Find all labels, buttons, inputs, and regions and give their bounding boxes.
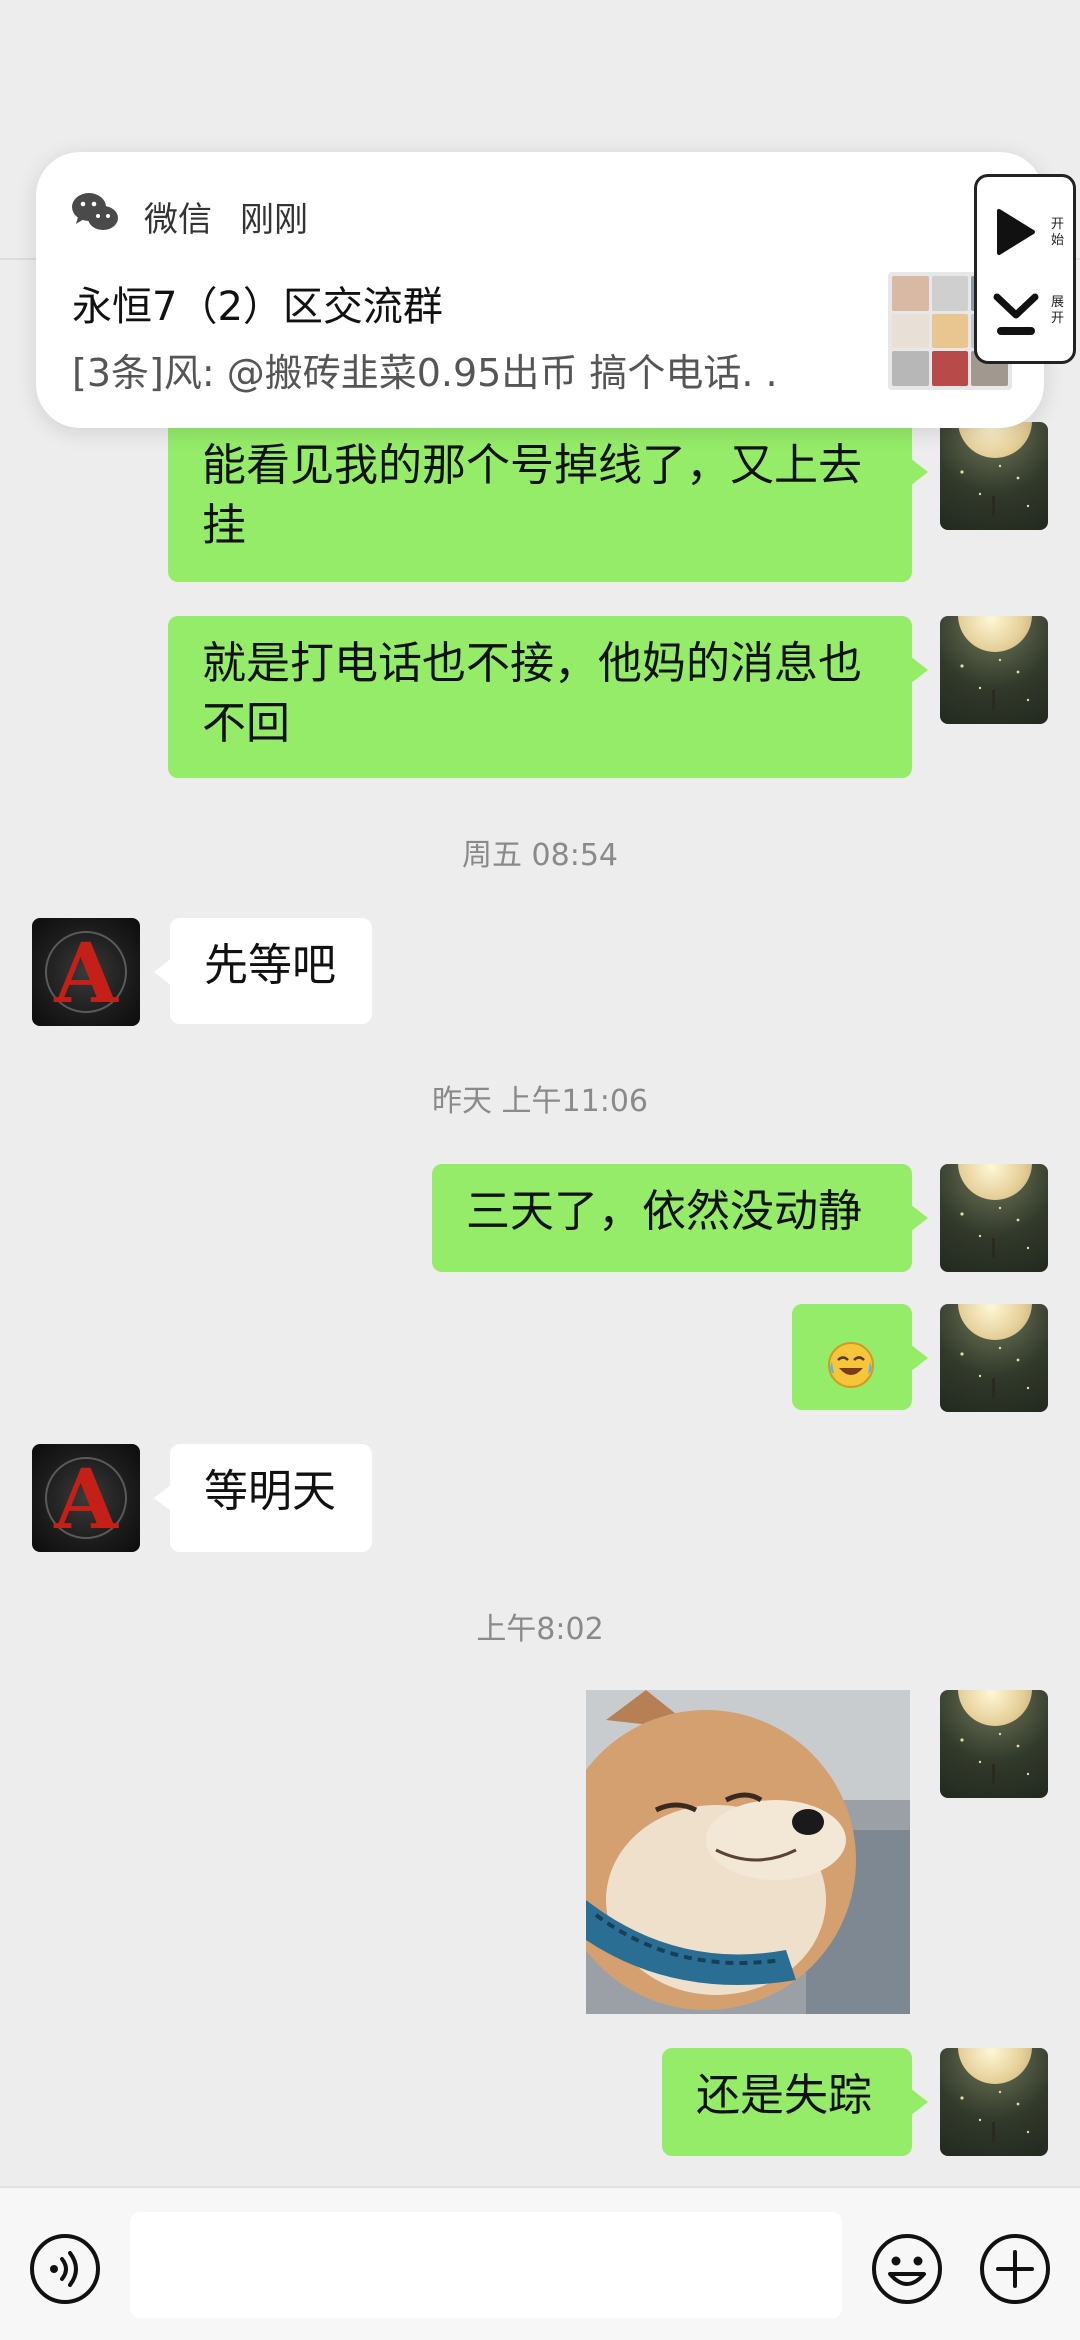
floating-player-widget[interactable]: 开 始 展 开 [974, 174, 1076, 364]
notification-title: 永恒7（2）区交流群 [72, 284, 443, 330]
notification-body: [3条]风: @搬砖韭菜0.95出币 搞个电话. . [72, 351, 778, 395]
group-member-tile [931, 313, 969, 349]
avatar-self[interactable] [940, 1304, 1048, 1412]
expand-down-icon[interactable] [991, 289, 1041, 345]
svg-text:A: A [53, 926, 119, 1022]
avatar-self[interactable] [940, 2048, 1048, 2156]
expand-label: 展 开 [1051, 295, 1065, 326]
laughing-crying-emoji-icon [828, 1342, 874, 1388]
avatar-self[interactable] [940, 422, 1048, 530]
group-member-tile [892, 351, 929, 386]
message-bubble-self-emoji[interactable] [792, 1304, 928, 1410]
group-member-tile [892, 313, 929, 349]
avatar-other[interactable]: A [32, 1444, 140, 1552]
input-bar [0, 2186, 1080, 2340]
message-bubble-self[interactable]: 能看见我的那个号掉线了，又上去 挂 [168, 418, 928, 582]
message-bubble-other[interactable]: 等明天 [154, 1444, 372, 1552]
group-member-tile [892, 276, 929, 311]
avatar-self[interactable] [940, 616, 1048, 724]
message-bubble-self[interactable]: 三天了，依然没动静 [432, 1164, 928, 1272]
notification-app-name: 微信 [144, 200, 212, 240]
notification-banner[interactable]: 微信 刚刚 永恒7（2）区交流群 [3条]风: @搬砖韭菜0.95出币 搞个电话… [36, 152, 1044, 428]
voice-input-icon[interactable] [28, 2232, 102, 2306]
add-more-icon[interactable] [978, 2232, 1052, 2306]
wechat-icon [72, 193, 118, 230]
message-input[interactable] [130, 2212, 842, 2318]
play-icon[interactable] [993, 207, 1037, 257]
message-bubble-other[interactable]: 先等吧 [154, 918, 372, 1024]
avatar-self[interactable] [940, 1690, 1048, 1798]
group-member-tile [931, 351, 969, 386]
svg-text:A: A [53, 1452, 119, 1548]
chat-screen: 能看见我的那个号掉线了，又上去 挂 就是打电话也不接，他妈的消息也 不回 周五 … [0, 0, 1080, 2340]
start-label: 开 始 [1051, 217, 1065, 248]
notification-time: 刚刚 [240, 200, 308, 240]
avatar-other[interactable]: A [32, 918, 140, 1026]
timestamp: 昨天 上午11:06 [432, 1084, 648, 1119]
timestamp: 上午8:02 [476, 1612, 604, 1647]
timestamp: 周五 08:54 [462, 838, 618, 873]
avatar-self[interactable] [940, 1164, 1048, 1272]
emoji-icon[interactable] [870, 2232, 944, 2306]
message-bubble-self[interactable]: 就是打电话也不接，他妈的消息也 不回 [168, 616, 928, 778]
message-bubble-self[interactable]: 还是失踪 [662, 2048, 928, 2156]
shiba-dog-image[interactable] [586, 1690, 910, 2014]
group-member-tile [931, 276, 969, 311]
